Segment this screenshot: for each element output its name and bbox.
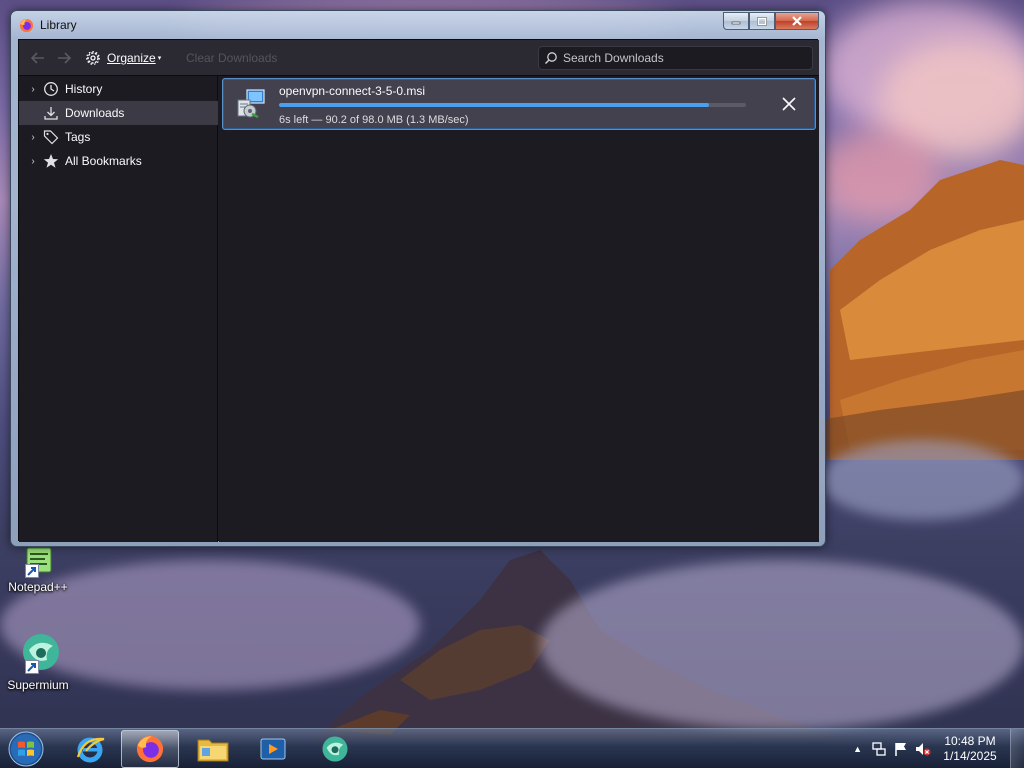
chevron-right-icon[interactable]: › [27, 156, 39, 167]
volume-muted-icon[interactable] [915, 741, 931, 757]
sidebar-item-history[interactable]: › History [19, 77, 218, 101]
downloads-list: openvpn-connect-3-5-0.msi 6s left — 90.2… [219, 76, 819, 542]
sidebar-item-label: History [65, 82, 103, 96]
sidebar-item-label: All Bookmarks [65, 154, 142, 168]
tag-icon [43, 130, 59, 145]
desktop-icon-supermium[interactable]: Supermium [6, 632, 70, 692]
download-progress-fill [279, 103, 709, 107]
clock-icon [44, 82, 58, 96]
shortcut-arrow-icon [25, 660, 39, 674]
action-center-flag-icon[interactable] [893, 741, 909, 757]
taskbar-app-firefox[interactable] [121, 730, 179, 768]
close-icon [792, 16, 802, 26]
supermium-icon [322, 736, 348, 762]
window-title: Library [40, 18, 77, 32]
library-client-area: Organize ▾ Clear Downloads › History [18, 39, 819, 542]
minimize-button[interactable] [723, 12, 749, 30]
taskbar-app-supermium[interactable] [306, 730, 364, 768]
gear-icon [86, 51, 100, 65]
sidebar-item-downloads[interactable]: Downloads [19, 101, 218, 125]
network-icon[interactable] [871, 741, 887, 757]
library-sidebar: › History Downloads › Tags › All Bookmar… [19, 76, 218, 542]
download-progress-bar [279, 103, 746, 107]
firefox-icon [19, 18, 34, 33]
download-icon [44, 107, 58, 120]
taskbar: ▲ 10:48 PM 1/14/2025 [0, 728, 1024, 768]
desktop-icon-notepad-plus-plus[interactable]: Notepad++ [6, 544, 70, 594]
window-titlebar[interactable]: Library [11, 11, 825, 39]
media-player-icon [260, 738, 286, 760]
organize-button[interactable]: Organize ▾ [85, 48, 161, 68]
chevron-right-icon[interactable]: › [27, 132, 39, 143]
minimize-icon [731, 21, 741, 25]
chevron-down-icon: ▾ [157, 55, 162, 62]
organize-label: Organize [107, 51, 156, 65]
firefox-icon [136, 735, 164, 763]
download-status: 6s left — 90.2 of 98.0 MB (1.3 MB/sec) [279, 114, 469, 126]
internet-explorer-icon [76, 737, 105, 763]
caption-buttons [723, 12, 819, 30]
search-input[interactable] [563, 49, 808, 67]
start-button[interactable] [6, 730, 46, 768]
download-item[interactable]: openvpn-connect-3-5-0.msi 6s left — 90.2… [222, 78, 816, 130]
shortcut-arrow-icon [25, 564, 39, 578]
sidebar-item-all-bookmarks[interactable]: › All Bookmarks [19, 149, 218, 173]
taskbar-clock[interactable]: 10:48 PM 1/14/2025 [934, 734, 1006, 764]
clear-downloads-button[interactable]: Clear Downloads [186, 51, 277, 65]
cancel-download-button[interactable] [781, 96, 797, 112]
show-desktop-button[interactable] [1010, 729, 1024, 768]
msi-installer-icon [237, 89, 265, 119]
maximize-button[interactable] [749, 12, 775, 30]
sidebar-item-label: Tags [65, 130, 91, 144]
forward-arrow-icon[interactable] [55, 49, 73, 67]
clock-time: 10:48 PM [944, 734, 996, 748]
show-hidden-icons-button[interactable]: ▲ [853, 744, 862, 754]
folder-icon [197, 739, 229, 762]
sidebar-item-label: Downloads [65, 106, 125, 120]
desktop-icon-label: Supermium [7, 678, 69, 692]
download-filename: openvpn-connect-3-5-0.msi [279, 84, 426, 98]
notepad-plus-plus-icon [15, 544, 61, 586]
search-downloads-box[interactable] [538, 46, 813, 70]
taskbar-app-internet-explorer[interactable] [61, 730, 119, 768]
maximize-icon [757, 16, 767, 26]
supermium-icon [15, 632, 61, 674]
back-arrow-icon[interactable] [29, 49, 47, 67]
clock-date: 1/14/2025 [943, 749, 997, 763]
sidebar-item-tags[interactable]: › Tags [19, 125, 218, 149]
taskbar-app-media-player[interactable] [244, 730, 302, 768]
star-icon [43, 154, 59, 168]
search-icon [544, 52, 557, 65]
system-tray: ▲ 10:48 PM 1/14/2025 [853, 729, 1024, 768]
taskbar-app-file-explorer[interactable] [184, 730, 242, 768]
library-window: Library Organize ▾ Clear Downloads Searc… [10, 10, 826, 547]
library-toolbar: Organize ▾ Clear Downloads [19, 40, 819, 76]
close-button[interactable] [775, 12, 819, 30]
chevron-right-icon[interactable]: › [27, 84, 39, 95]
